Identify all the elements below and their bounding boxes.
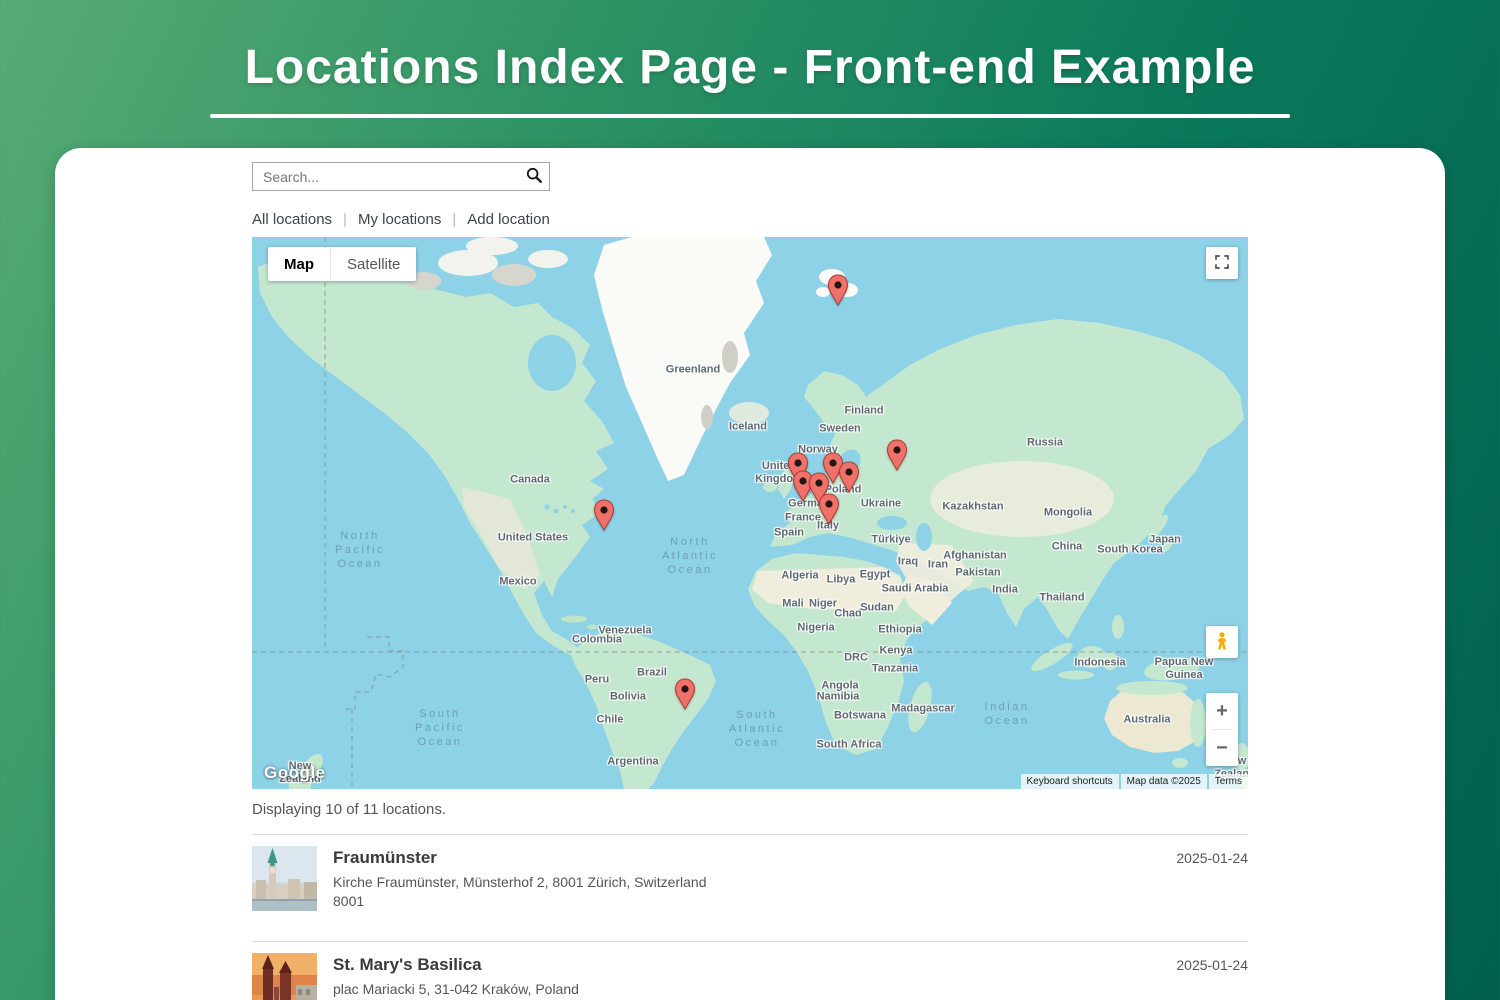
pegman-icon	[1212, 631, 1232, 654]
location-date: 2025-01-24	[1176, 957, 1248, 973]
location-title[interactable]: Fraumünster	[333, 848, 707, 868]
map-type-map-button[interactable]: Map	[268, 247, 330, 281]
map-type-satellite-button[interactable]: Satellite	[330, 247, 417, 281]
zoom-out-button[interactable]: −	[1206, 730, 1238, 766]
keyboard-shortcuts-link[interactable]: Keyboard shortcuts	[1020, 774, 1119, 789]
zoom-in-button[interactable]: +	[1206, 693, 1238, 729]
content-card: All locations | My locations | Add location	[55, 148, 1445, 1000]
nav-separator: |	[343, 211, 347, 228]
nav-link-all-locations[interactable]: All locations	[252, 211, 332, 228]
location-thumbnail-image	[252, 846, 317, 911]
nav-separator: |	[452, 211, 457, 228]
location-address: plac Mariacki 5, 31-042 Kraków, Poland	[333, 981, 579, 997]
map-attribution: Keyboard shortcuts Map data ©2025 Terms	[1020, 774, 1248, 789]
search-button[interactable]	[519, 163, 549, 190]
nav-link-add-location[interactable]: Add location	[467, 211, 550, 228]
location-address: Kirche Fraumünster, Münsterhof 2, 8001 Z…	[333, 874, 707, 890]
fullscreen-icon	[1213, 253, 1231, 274]
zoom-control: + −	[1206, 693, 1238, 766]
search-icon	[525, 166, 543, 187]
location-date: 2025-01-24	[1176, 850, 1248, 866]
location-thumbnail	[252, 953, 317, 1000]
search-input[interactable]	[253, 168, 519, 185]
search-box	[252, 162, 550, 191]
nav-link-my-locations[interactable]: My locations	[358, 211, 441, 228]
map-marker-icon[interactable]	[593, 499, 615, 532]
location-thumbnail	[252, 846, 317, 911]
google-map[interactable]: Greenland Iceland Norway Sweden Finland Unite…	[252, 237, 1248, 789]
page-header: Locations Index Page - Front-end Example	[0, 0, 1500, 118]
map-marker-icon[interactable]	[818, 493, 840, 526]
map-data-label: Map data ©2025	[1120, 774, 1207, 789]
location-list-item[interactable]: St. Mary's Basilica plac Mariacki 5, 31-…	[252, 942, 1248, 1000]
map-marker-icon[interactable]	[827, 274, 849, 307]
pegman-button[interactable]	[1206, 626, 1238, 658]
google-logo[interactable]: Google	[264, 763, 326, 783]
nav-links: All locations | My locations | Add location	[252, 211, 1248, 228]
results-count: Displaying 10 of 11 locations.	[252, 801, 447, 818]
title-underline	[210, 114, 1290, 118]
map-type-control: Map Satellite	[268, 247, 417, 281]
fullscreen-button[interactable]	[1206, 247, 1238, 279]
map-markers	[252, 237, 1248, 789]
page-title: Locations Index Page - Front-end Example	[244, 41, 1256, 94]
terms-link[interactable]: Terms	[1208, 774, 1248, 789]
location-postal-code: 8001	[333, 893, 365, 909]
location-title[interactable]: St. Mary's Basilica	[333, 955, 579, 975]
location-list-item[interactable]: Fraumünster Kirche Fraumünster, Münsterh…	[252, 835, 1248, 925]
map-marker-icon[interactable]	[886, 439, 908, 472]
location-thumbnail-image	[252, 953, 317, 1000]
map-marker-icon[interactable]	[674, 678, 696, 711]
map-marker-icon[interactable]	[838, 461, 860, 494]
